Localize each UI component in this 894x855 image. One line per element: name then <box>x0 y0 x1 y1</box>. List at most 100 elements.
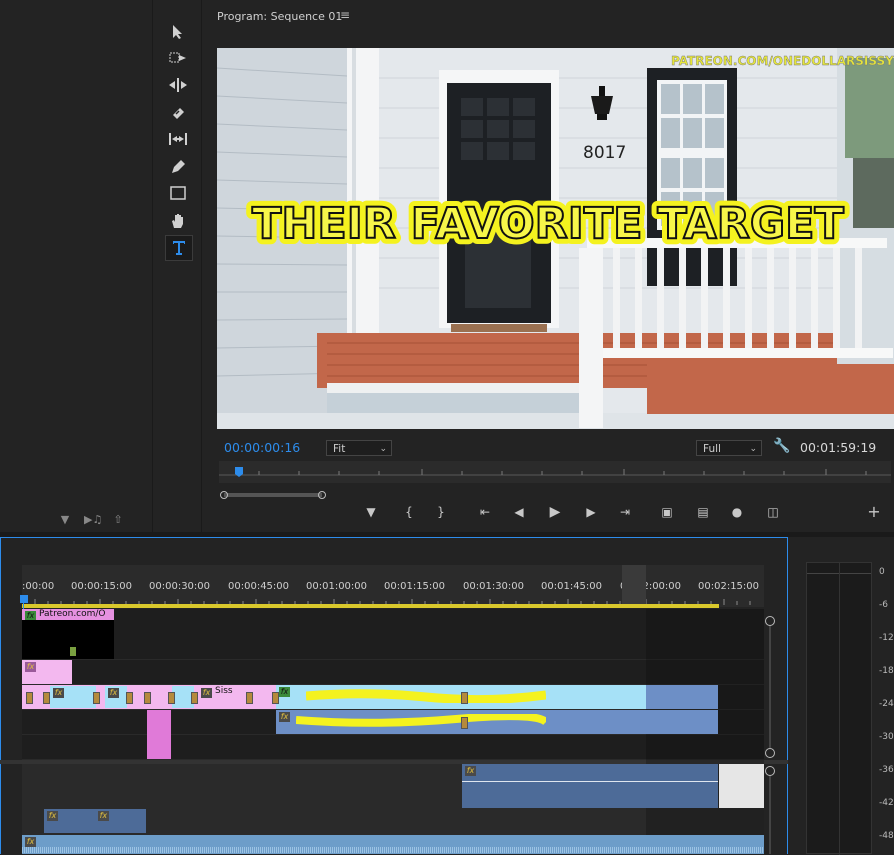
step-back-icon[interactable]: ◀ <box>509 502 529 522</box>
meter-db-label: -36 <box>879 765 894 775</box>
clip-keyframe[interactable] <box>144 692 151 704</box>
program-scrub-bar[interactable] <box>219 461 891 483</box>
go-to-out-icon[interactable]: ⇥ <box>615 502 635 522</box>
fx-icon: fx <box>25 611 36 620</box>
ripple-edit-tool-icon[interactable] <box>165 74 191 98</box>
pen-tool-icon[interactable] <box>165 155 191 179</box>
clip-label: Siss <box>215 686 233 696</box>
lift-icon[interactable]: ▣ <box>657 502 677 522</box>
ruler-label: 00:01:00:00 <box>306 581 368 592</box>
clip-keyframe[interactable] <box>191 692 198 704</box>
mark-out-icon[interactable]: } <box>431 502 451 522</box>
video-scroll-bottom-icon[interactable] <box>765 748 775 758</box>
comparison-view-icon[interactable]: ◫ <box>763 502 783 522</box>
add-marker-icon[interactable]: ▼ <box>361 502 381 522</box>
video-scroll-top-icon[interactable] <box>765 616 775 626</box>
type-tool-icon[interactable] <box>165 235 193 261</box>
clip-patreon-title[interactable]: fx Patreon.com/O <box>22 609 114 620</box>
clip-keyframe[interactable] <box>461 692 468 704</box>
ruler-label: 00:01:45:00 <box>541 581 603 592</box>
meter-db-label: -30 <box>879 732 894 742</box>
clip-keyframe[interactable] <box>93 692 100 704</box>
clip-keyframe[interactable] <box>272 692 279 704</box>
slip-tool-icon[interactable] <box>165 128 191 152</box>
track-select-tool-icon[interactable] <box>165 47 191 71</box>
export-icon[interactable]: ⇧ <box>111 513 125 527</box>
ruler-label: 00:00:45:00 <box>228 581 290 592</box>
audio-clip-a1[interactable]: fx <box>462 764 718 808</box>
fx-icon: fx <box>465 766 476 776</box>
porch-scene: 8017 PATREON.COM/ONEDOLLARSISSY THEIR FA… <box>217 48 894 429</box>
video-scroll-track[interactable] <box>769 626 771 748</box>
sequence-end-marker <box>622 565 646 607</box>
mark-in-icon[interactable]: { <box>399 502 419 522</box>
audio-clip-white[interactable] <box>719 764 764 808</box>
go-to-in-icon[interactable]: ⇤ <box>475 502 495 522</box>
playhead-icon[interactable] <box>20 595 28 603</box>
fx-icon: fx <box>279 687 290 697</box>
panel-menu-icon[interactable]: ≡ <box>340 8 350 22</box>
razor-tool-icon[interactable] <box>165 101 191 125</box>
program-zoom-scroll[interactable] <box>219 484 891 499</box>
meter-db-label: -18 <box>879 666 894 676</box>
audio-scroll-track[interactable] <box>769 776 771 854</box>
chevron-down-icon: ⌄ <box>379 444 387 454</box>
wrench-icon[interactable]: 🔧 <box>773 438 790 454</box>
clip-keyframe[interactable] <box>246 692 253 704</box>
selection-tool-icon[interactable] <box>165 20 191 44</box>
clip-keyframe[interactable] <box>168 692 175 704</box>
ruler-label: 00:01:15:00 <box>384 581 446 592</box>
keyframe-marker[interactable] <box>70 647 76 656</box>
rectangle-tool-icon[interactable] <box>165 182 191 206</box>
step-forward-icon[interactable]: ▶ <box>581 502 601 522</box>
program-monitor-title[interactable]: Program: Sequence 01 <box>217 10 342 23</box>
resolution-value: Full <box>703 443 721 455</box>
fx-icon: fx <box>279 712 290 722</box>
clip-blue-long[interactable]: fx <box>276 710 718 734</box>
play-icon[interactable]: ▶ <box>545 502 565 522</box>
clip-keyframe[interactable] <box>461 717 468 729</box>
meter-db-label: -24 <box>879 699 894 709</box>
meter-db-label: -42 <box>879 798 894 808</box>
filter-icon[interactable]: ▼ <box>58 513 72 527</box>
ruler-label: :00:00 <box>22 581 55 592</box>
current-timecode[interactable]: 00:00:00:16 <box>224 440 300 455</box>
ruler-label: 00:00:15:00 <box>71 581 133 592</box>
audio-scroll-top-icon[interactable] <box>765 766 775 776</box>
clip-lightblue-b[interactable]: fx <box>105 686 127 708</box>
video-frame[interactable]: 8017 PATREON.COM/ONEDOLLARSISSY THEIR FA… <box>217 48 894 429</box>
add-button-icon[interactable]: + <box>864 502 884 522</box>
hand-tool-icon[interactable] <box>165 209 191 233</box>
audio-clip-music[interactable]: fx <box>22 835 764 854</box>
clip-keyframe[interactable] <box>26 692 33 704</box>
timeline-ruler[interactable]: :00:00 00:00:15:00 00:00:30:00 00:00:45:… <box>22 565 764 607</box>
camera-icon[interactable]: ● <box>727 502 747 522</box>
meter-db-label: -6 <box>879 600 888 610</box>
clip-blue-tail[interactable] <box>646 685 718 709</box>
left-panel-footer: ▼ ▶♫ ⇧ <box>0 505 148 532</box>
audio-meter <box>806 562 872 855</box>
clip-label: Patreon.com/O <box>39 609 106 619</box>
clip-keyframe[interactable] <box>43 692 50 704</box>
tools-panel <box>152 0 202 532</box>
playback-resolution-select[interactable]: Full ⌄ <box>696 440 762 456</box>
caption-text: THEIR FAVORITE TARGET <box>252 199 844 249</box>
clip-siss[interactable]: fx Siss <box>198 686 248 708</box>
zoom-level-select[interactable]: Fit ⌄ <box>326 440 392 456</box>
clip-lightblue-a[interactable]: fx <box>50 686 96 708</box>
meter-db-label: -12 <box>879 633 894 643</box>
clip-magenta[interactable] <box>147 710 171 759</box>
work-area-bar[interactable] <box>22 604 719 608</box>
house-number: 8017 <box>583 143 626 163</box>
extract-icon[interactable]: ▤ <box>693 502 713 522</box>
clip-keyframe[interactable] <box>126 692 133 704</box>
clip-pink-a[interactable]: fx <box>22 660 72 684</box>
fx-icon: fx <box>97 811 109 821</box>
duration-timecode: 00:01:59:19 <box>800 440 877 455</box>
ruler-label: 00:00:30:00 <box>149 581 211 592</box>
clip-patreon-thumb[interactable] <box>22 620 114 659</box>
audio-sync-icon[interactable]: ▶♫ <box>84 513 102 527</box>
fx-icon: fx <box>108 688 119 698</box>
audio-clip-a2[interactable]: fx fx <box>44 809 146 833</box>
ruler-label: 00:01:30:00 <box>463 581 525 592</box>
